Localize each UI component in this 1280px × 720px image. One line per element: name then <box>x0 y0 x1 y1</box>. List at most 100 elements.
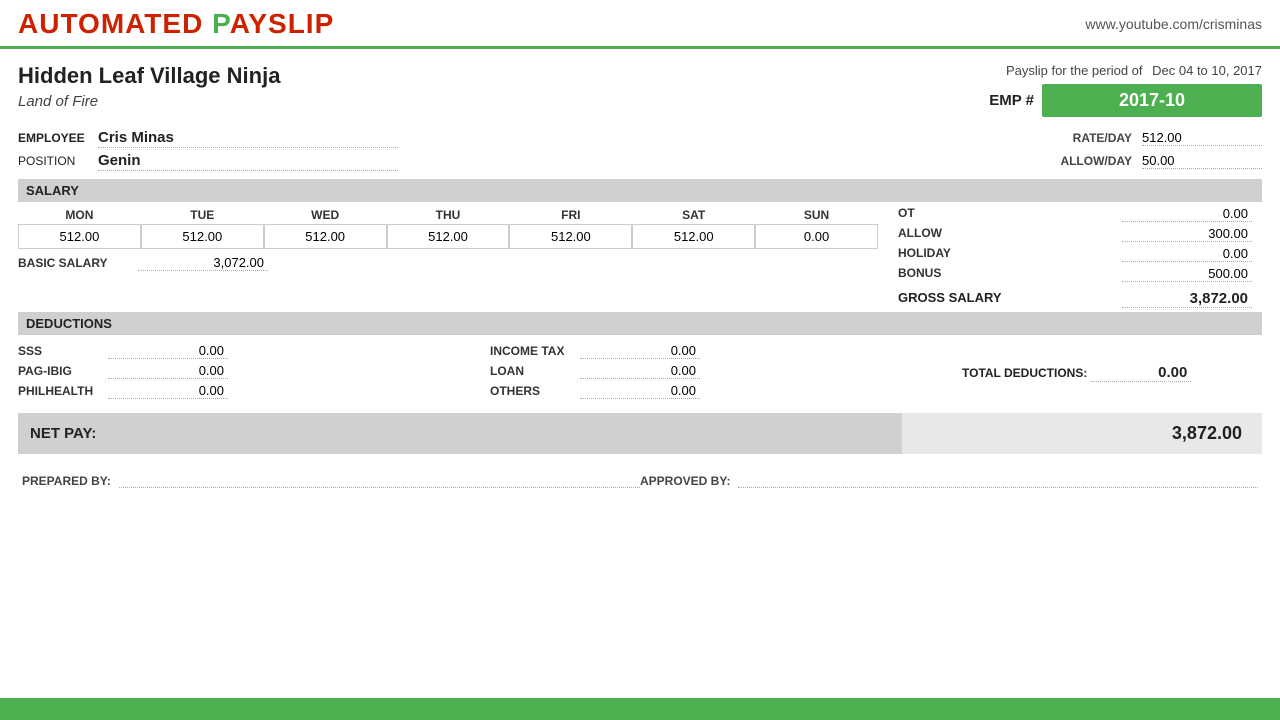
gross-value: 3,872.00 <box>1122 290 1252 308</box>
title-ayslip: AYSLIP <box>230 8 335 39</box>
website-url: www.youtube.com/crisminas <box>1085 16 1262 32</box>
fri-header: FRI <box>509 208 632 222</box>
basic-salary-value: 3,072.00 <box>138 255 268 271</box>
period-line: Payslip for the period of Dec 04 to 10, … <box>989 63 1262 78</box>
sat-header: SAT <box>632 208 755 222</box>
deductions-section: DEDUCTIONS SSS 0.00 PAG-IBIG 0.00 PHILHE… <box>18 312 1262 407</box>
thu-value: 512.00 <box>387 224 510 249</box>
rate-label: RATE/DAY <box>1073 131 1132 145</box>
ded-left: SSS 0.00 PAG-IBIG 0.00 PHILHEALTH 0.00 <box>18 343 490 403</box>
sat-value: 512.00 <box>632 224 755 249</box>
tue-value: 512.00 <box>141 224 264 249</box>
tue-header: TUE <box>141 208 264 222</box>
approved-by-block: APPROVED BY: <box>640 472 1258 488</box>
basic-salary-row: BASIC SALARY 3,072.00 <box>18 255 878 271</box>
ded-right: TOTAL DEDUCTIONS: 0.00 <box>962 343 1262 403</box>
loan-row: LOAN 0.00 <box>490 363 962 379</box>
title-p: P <box>212 8 230 39</box>
sss-value: 0.00 <box>108 343 228 359</box>
allow-value: 300.00 <box>1122 226 1252 242</box>
loan-value: 0.00 <box>580 363 700 379</box>
position-label: POSITION <box>18 154 98 168</box>
rate-area: RATE/DAY 512.00 <box>1073 130 1262 146</box>
ot-label: OT <box>898 206 978 222</box>
holiday-value: 0.00 <box>1122 246 1252 262</box>
rate-value: 512.00 <box>1142 130 1262 146</box>
prepared-by-line <box>119 472 640 488</box>
net-pay-section: NET PAY: 3,872.00 <box>18 413 1262 454</box>
holiday-row: HOLIDAY 0.00 <box>898 246 1262 262</box>
signatures-section: PREPARED BY: APPROVED BY: <box>18 472 1262 488</box>
salary-header: SALARY <box>18 179 1262 202</box>
footer-bar <box>0 698 1280 720</box>
salary-grid-left: MON TUE WED THU FRI SAT SUN 512.00 512.0… <box>18 206 878 308</box>
pagibig-value: 0.00 <box>108 363 228 379</box>
sss-label: SSS <box>18 344 108 358</box>
income-tax-label: INCOME TAX <box>490 344 580 358</box>
allow-label: ALLOW <box>898 226 978 242</box>
bonus-row: BONUS 500.00 <box>898 266 1262 282</box>
wed-header: WED <box>264 208 387 222</box>
mon-value: 512.00 <box>18 224 141 249</box>
pagibig-label: PAG-IBIG <box>18 364 108 378</box>
payslip-info: Payslip for the period of Dec 04 to 10, … <box>989 63 1262 117</box>
allow-label: ALLOW/DAY <box>1060 154 1132 168</box>
mon-header: MON <box>18 208 141 222</box>
salary-section: SALARY MON TUE WED THU FRI SAT SUN 512.0… <box>18 179 1262 308</box>
period-value: Dec 04 to 10, 2017 <box>1152 63 1262 78</box>
emp-row: EMP # 2017-10 <box>989 84 1262 117</box>
prepared-by-label: PREPARED BY: <box>22 474 111 488</box>
approved-by-label: APPROVED BY: <box>640 474 730 488</box>
ot-value: 0.00 <box>1122 206 1252 222</box>
employee-label: EMPLOYEE <box>18 131 98 145</box>
fri-value: 512.00 <box>509 224 632 249</box>
others-row: OTHERS 0.00 <box>490 383 962 399</box>
net-pay-value: 3,872.00 <box>902 413 1262 454</box>
employee-name-row: EMPLOYEE Cris Minas <box>18 129 1063 148</box>
emp-id-box: 2017-10 <box>1042 84 1262 117</box>
gross-label: GROSS SALARY <box>898 290 1002 308</box>
period-label: Payslip for the period of <box>1006 63 1143 78</box>
allow-value: 50.00 <box>1142 153 1262 169</box>
wed-value: 512.00 <box>264 224 387 249</box>
deductions-header: DEDUCTIONS <box>18 312 1262 335</box>
company-name: Hidden Leaf Village Ninja <box>18 63 280 89</box>
salary-extras-right: OT 0.00 ALLOW 300.00 HOLIDAY 0.00 BONUS … <box>878 206 1262 308</box>
main-content: Hidden Leaf Village Ninja Land of Fire P… <box>0 49 1280 488</box>
employee-info-section: EMPLOYEE Cris Minas RATE/DAY 512.00 POSI… <box>18 129 1262 173</box>
net-pay-label: NET PAY: <box>18 415 902 452</box>
approved-by-line <box>738 472 1258 488</box>
rate-day-row: RATE/DAY 512.00 <box>1073 130 1262 146</box>
allow-row: ALLOW 300.00 <box>898 226 1262 242</box>
philhealth-value: 0.00 <box>108 383 228 399</box>
position-row: POSITION Genin ALLOW/DAY 50.00 <box>18 152 1262 173</box>
ded-mid: INCOME TAX 0.00 LOAN 0.00 OTHERS 0.00 <box>490 343 962 403</box>
position-info-row: POSITION Genin <box>18 152 1050 171</box>
employee-name: Cris Minas <box>98 129 398 148</box>
prepared-by-block: PREPARED BY: <box>22 472 640 488</box>
others-value: 0.00 <box>580 383 700 399</box>
emp-hash-label: EMP # <box>989 92 1034 109</box>
bonus-value: 500.00 <box>1122 266 1252 282</box>
ot-row: OT 0.00 <box>898 206 1262 222</box>
gross-row: GROSS SALARY 3,872.00 <box>898 290 1262 308</box>
day-headers: MON TUE WED THU FRI SAT SUN <box>18 206 878 224</box>
loan-label: LOAN <box>490 364 580 378</box>
extras-list: OT 0.00 ALLOW 300.00 HOLIDAY 0.00 BONUS … <box>898 206 1262 308</box>
allow-day-row: ALLOW/DAY 50.00 <box>1060 153 1262 169</box>
company-section: Hidden Leaf Village Ninja Land of Fire P… <box>18 63 1262 117</box>
company-info: Hidden Leaf Village Ninja Land of Fire <box>18 63 280 110</box>
sun-header: SUN <box>755 208 878 222</box>
bonus-label: BONUS <box>898 266 978 282</box>
app-title: AUTOMATED PAYSLIP <box>18 8 334 40</box>
thu-header: THU <box>387 208 510 222</box>
salary-grid: MON TUE WED THU FRI SAT SUN 512.00 512.0… <box>18 206 1262 308</box>
total-ded-label: TOTAL DEDUCTIONS: <box>962 366 1087 380</box>
philhealth-row: PHILHEALTH 0.00 <box>18 383 490 399</box>
position-value: Genin <box>98 152 398 171</box>
header-bar: AUTOMATED PAYSLIP www.youtube.com/crismi… <box>0 0 1280 49</box>
others-label: OTHERS <box>490 384 580 398</box>
company-subtitle: Land of Fire <box>18 93 280 110</box>
pagibig-row: PAG-IBIG 0.00 <box>18 363 490 379</box>
holiday-label: HOLIDAY <box>898 246 978 262</box>
